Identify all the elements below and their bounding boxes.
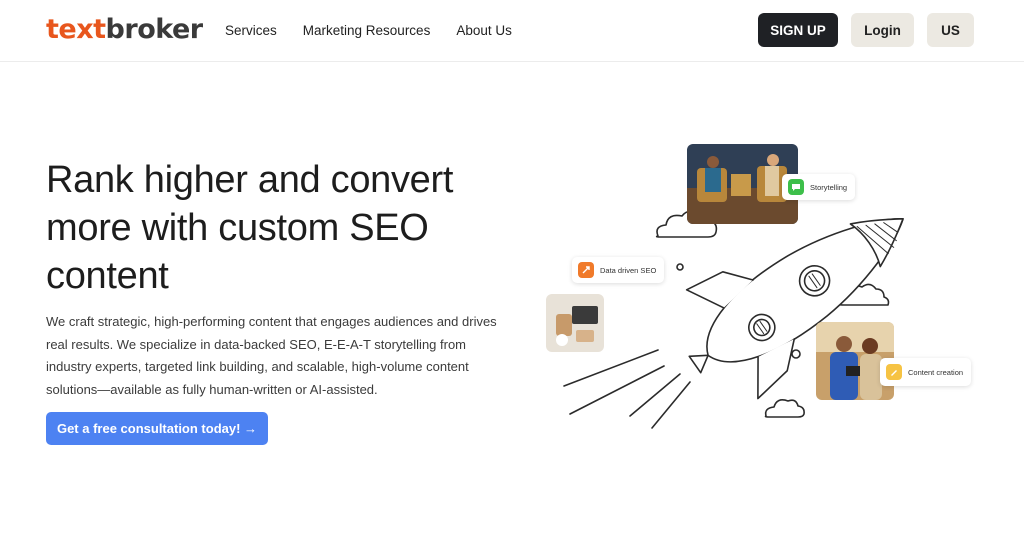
hero-description: We craft strategic, high-performing cont… [46, 314, 497, 397]
content-creation-label: Content creation [908, 367, 964, 377]
cloud-icon [764, 399, 805, 418]
chart-arrow-icon [578, 262, 594, 278]
logo-text-part2: broker [105, 14, 204, 45]
logo-text-part1: text [46, 14, 106, 45]
nav-services[interactable]: Services [225, 22, 277, 40]
storytelling-chip: Storytelling [782, 174, 856, 200]
region-selector-button[interactable]: US [927, 13, 974, 47]
chat-bubble-icon [788, 179, 804, 195]
login-button[interactable]: Login [851, 13, 914, 47]
main-nav: Services Marketing Resources About Us [225, 22, 512, 40]
content-creation-chip: Content creation [880, 358, 972, 386]
nav-marketing-resources[interactable]: Marketing Resources [303, 22, 431, 40]
data-driven-seo-chip: Data driven SEO [572, 257, 665, 283]
hero-illustration: Storytelling Data driven SEO Content cre… [540, 138, 980, 438]
hero-title: Rank higher and convert more with custom… [46, 159, 454, 297]
pencil-icon [886, 364, 902, 380]
data-driven-photo [546, 294, 604, 352]
textbroker-logo[interactable]: textbroker [46, 13, 203, 47]
site-header: textbroker Services Marketing Resources … [0, 0, 1024, 62]
signup-button[interactable]: SIGN UP [758, 13, 838, 47]
nav-about-us[interactable]: About Us [456, 22, 512, 40]
photo-image [546, 294, 604, 352]
storytelling-label: Storytelling [810, 182, 848, 192]
data-driven-seo-label: Data driven SEO [600, 265, 657, 275]
free-consultation-button[interactable]: Get a free consultation today! → [46, 412, 268, 445]
